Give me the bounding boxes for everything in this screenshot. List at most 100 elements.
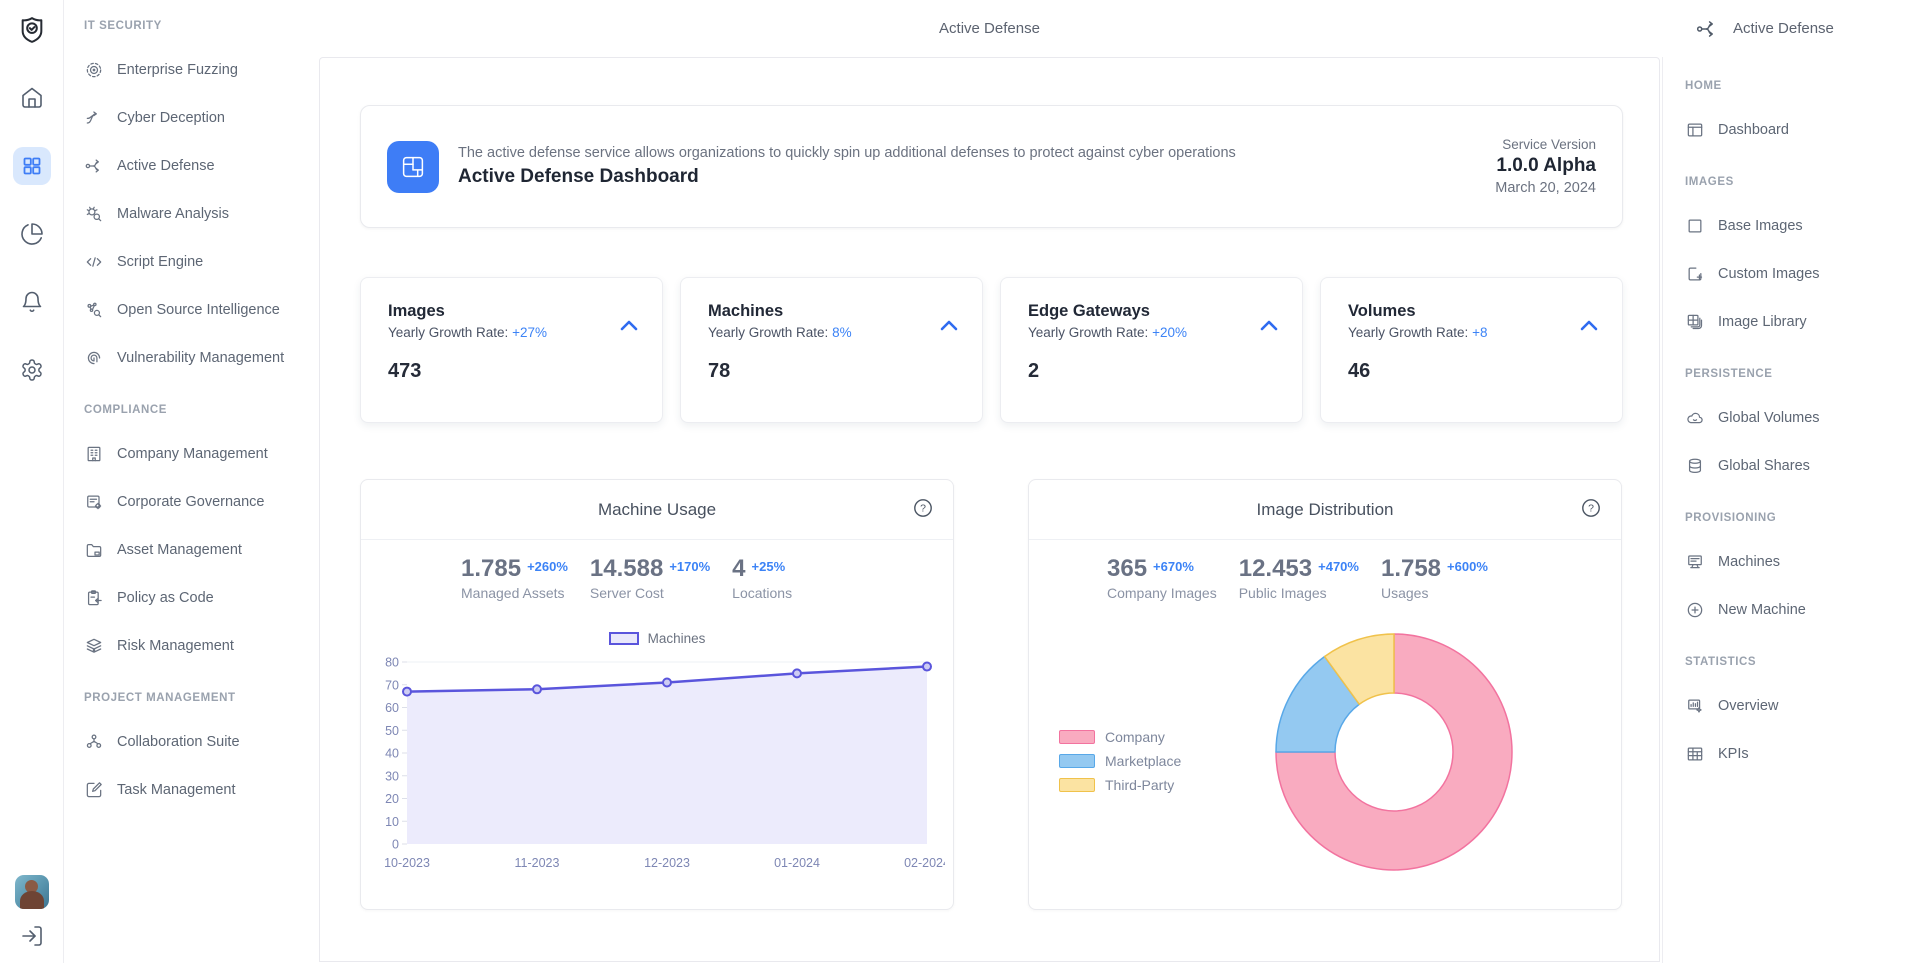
square-icon [1685,216,1705,236]
stacked-grid-icon [1685,312,1705,332]
stat-value: 2 [1028,360,1278,383]
nav-item-kpis[interactable]: KPIs [1685,730,1912,778]
svg-text:0: 0 [392,838,399,852]
service-version-label: Service Version [1495,137,1596,152]
list-gear-icon [84,492,104,512]
nav-item-new-machine[interactable]: New Machine [1685,586,1912,634]
image-distribution-title: Image Distribution [1256,500,1393,520]
sidebar-item-corporate-governance[interactable]: Corporate Governance [84,478,309,526]
folder-icon [84,540,104,560]
stat-value: 473 [388,360,638,383]
logout-button[interactable] [13,921,51,951]
chevron-up-icon[interactable] [938,316,960,339]
legend-item-company[interactable]: Company [1059,729,1181,745]
svg-text:01-2024: 01-2024 [774,856,820,870]
sidebar-item-cyber-deception[interactable]: Cyber Deception [84,94,309,142]
sidebar-item-active-defense[interactable]: Active Defense [84,142,309,190]
legend-swatch [1059,730,1095,744]
sidebar-item-policy-as-code[interactable]: Policy as Code [84,574,309,622]
svg-text:50: 50 [385,724,399,738]
user-avatar[interactable] [15,875,49,909]
svg-text:60: 60 [385,701,399,715]
stat-value: 78 [708,360,958,383]
image-distribution-card: Image Distribution ? 365+670%Company Ima… [1028,479,1622,910]
fingerprint-icon [84,348,104,368]
legend-swatch [609,632,639,645]
app-logo[interactable] [16,14,48,46]
building-icon [84,444,104,464]
sidebar-item-script-engine[interactable]: Script Engine [84,238,309,286]
sidebar-item-vulnerability-management[interactable]: Vulnerability Management [84,334,309,382]
nav-item-global-volumes[interactable]: Global Volumes [1685,394,1912,442]
sidebar-item-company-management[interactable]: Company Management [84,430,309,478]
rail-analytics-button[interactable] [13,215,51,253]
nav-item-image-library[interactable]: Image Library [1685,298,1912,346]
rail-notifications-button[interactable] [13,283,51,321]
sidebar-item-collaboration-suite[interactable]: Collaboration Suite [84,718,309,766]
rail-dashboard-button[interactable] [13,147,51,185]
stat-card-images: Images Yearly Growth Rate: +27% 473 [360,277,663,423]
circle-plus-icon [1685,600,1705,620]
section-header-persistence: PERSISTENCE [1685,368,1912,386]
left-sidebar: IT SECURITY Enterprise Fuzzing Cyber Dec… [64,0,317,963]
sidebar-item-risk-management[interactable]: Risk Management [84,622,309,670]
nav-item-base-images[interactable]: Base Images [1685,202,1912,250]
flow-arrows-icon [84,156,104,176]
sidebar-item-asset-management[interactable]: Asset Management [84,526,309,574]
chevron-up-icon[interactable] [1578,316,1600,339]
table-icon [1685,744,1705,764]
legend-item-marketplace[interactable]: Marketplace [1059,753,1181,769]
banner-description: The active defense service allows organi… [458,145,1236,161]
help-icon[interactable]: ? [1581,498,1601,523]
svg-text:30: 30 [385,769,399,783]
rail-home-button[interactable] [13,79,51,117]
chart-report-icon [1685,696,1705,716]
nav-item-custom-images[interactable]: Custom Images [1685,250,1912,298]
section-header-project-management: PROJECT MANAGEMENT [84,692,309,710]
sidebar-item-task-management[interactable]: Task Management [84,766,309,814]
machine-usage-card: Machine Usage ? 1.785+260%Managed Assets… [360,479,954,910]
sidebar-item-malware-analysis[interactable]: Malware Analysis [84,190,309,238]
machine-usage-line-chart[interactable]: 0102030405060708010-202311-202312-202301… [367,652,945,882]
chevron-up-icon[interactable] [618,316,640,339]
legend-item-third-party[interactable]: Third-Party [1059,777,1181,793]
nav-item-machines[interactable]: Machines [1685,538,1912,586]
sidebar-item-enterprise-fuzzing[interactable]: Enterprise Fuzzing [84,46,309,94]
svg-text:?: ? [920,503,926,515]
right-sidebar: Active Defense HOME Dashboard IMAGES Bas… [1662,0,1920,963]
nav-item-dashboard[interactable]: Dashboard [1685,106,1912,154]
machines-legend-item[interactable]: Machines [361,631,953,646]
server-monitor-icon [1685,552,1705,572]
org-people-icon [84,732,104,752]
rail-settings-button[interactable] [13,351,51,389]
dashboard-banner-icon-badge [387,141,439,193]
dashboard-layout-icon [398,152,428,182]
machine-usage-stats: 1.785+260%Managed Assets 14.588+170%Serv… [361,555,953,601]
section-header-images: IMAGES [1685,176,1912,194]
branch-split-icon [84,108,104,128]
svg-text:10: 10 [385,815,399,829]
stat-card-edge-gateways: Edge Gateways Yearly Growth Rate: +20% 2 [1000,277,1303,423]
charts-row: Machine Usage ? 1.785+260%Managed Assets… [360,479,1623,910]
svg-text:80: 80 [385,656,399,670]
banner-title: Active Defense Dashboard [458,166,1236,188]
svg-text:12-2023: 12-2023 [644,856,690,870]
svg-text:20: 20 [385,792,399,806]
right-header-active-defense[interactable]: Active Defense [1662,0,1920,57]
bug-search-icon [84,204,104,224]
grid-icon [20,154,44,178]
home-icon [20,86,44,110]
stat-cards-row: Images Yearly Growth Rate: +27% 473 Mach… [360,277,1623,423]
chevron-up-icon[interactable] [1258,316,1280,339]
stat-card-volumes: Volumes Yearly Growth Rate: +8 46 [1320,277,1623,423]
logout-icon [20,924,44,948]
legend-swatch [1059,778,1095,792]
image-distribution-donut-chart[interactable] [1272,630,1516,874]
square-plus-icon [1685,264,1705,284]
sidebar-item-open-source-intelligence[interactable]: Open Source Intelligence [84,286,309,334]
nav-item-overview[interactable]: Overview [1685,682,1912,730]
help-icon[interactable]: ? [913,498,933,523]
main-area: Active Defense The active defense servic… [317,0,1662,963]
gear-icon [20,358,44,382]
nav-item-global-shares[interactable]: Global Shares [1685,442,1912,490]
